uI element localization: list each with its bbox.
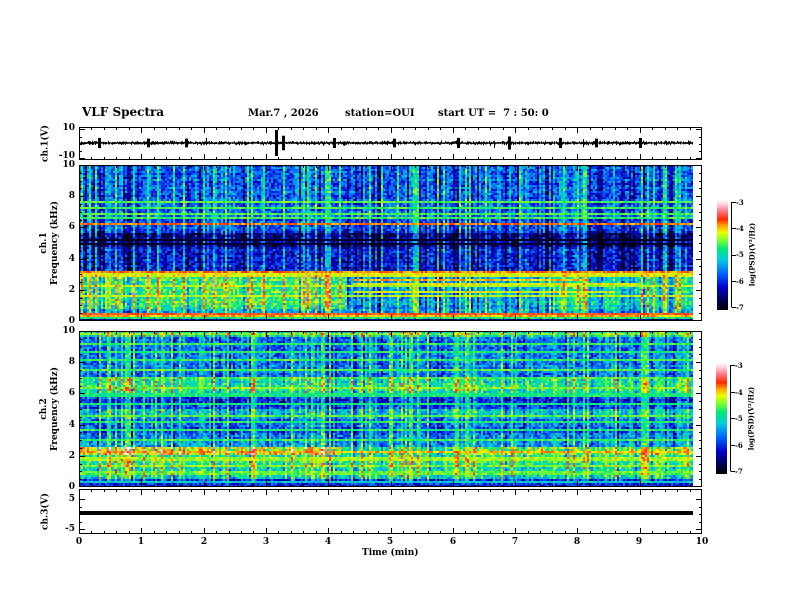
x-tick-label: 4 bbox=[324, 537, 332, 547]
colorbar-tick-label: -7 bbox=[735, 467, 743, 476]
colorbar-ch1 bbox=[717, 199, 737, 310]
colorbar-tick-label: -3 bbox=[735, 361, 743, 370]
ch2-frequency-label: Frequency (kHz) bbox=[50, 367, 60, 452]
colorbar-tick-label: -5 bbox=[736, 250, 744, 259]
station-label: station=OUI bbox=[345, 108, 415, 119]
freq-tick-label: 4 bbox=[68, 254, 75, 264]
colorbar-tick-label: -3 bbox=[736, 198, 744, 207]
date-label: Mar.7 , 2026 bbox=[248, 108, 319, 119]
x-tick-label: 8 bbox=[573, 537, 581, 547]
colorbar-tick-label: -6 bbox=[735, 441, 743, 450]
x-tick-label: 9 bbox=[635, 537, 643, 547]
colorbar-tick-label: -4 bbox=[735, 388, 743, 397]
freq-tick-label: 4 bbox=[68, 420, 75, 430]
colorbar-ch2 bbox=[716, 362, 736, 474]
x-tick-label: 6 bbox=[449, 537, 457, 547]
freq-tick-label: 8 bbox=[68, 191, 75, 201]
x-tick-label: 2 bbox=[200, 537, 208, 547]
y-tick-label: 5 bbox=[68, 494, 75, 504]
colorbar-axis-title: log(PSD)(V²/Hz) bbox=[747, 222, 757, 287]
freq-tick-label: 2 bbox=[68, 285, 75, 295]
x-tick-label: 3 bbox=[262, 537, 270, 547]
freq-tick-label: 8 bbox=[68, 357, 75, 367]
ch1-waveform-panel bbox=[79, 127, 702, 160]
page-title: VLF Spectra bbox=[82, 105, 165, 119]
ch2-channel-label: ch.2 bbox=[39, 398, 49, 420]
vlf-spectra-plot: VLF Spectra Mar.7 , 2026 station=OUI sta… bbox=[0, 0, 792, 612]
x-tick-label: 0 bbox=[75, 537, 83, 547]
ch1-frequency-label: Frequency (kHz) bbox=[50, 201, 60, 286]
ch2-spectrogram-panel bbox=[79, 331, 702, 487]
y-tick-label: 10 bbox=[62, 123, 75, 133]
freq-tick-label: 10 bbox=[62, 326, 75, 336]
x-tick-label: 7 bbox=[511, 537, 519, 547]
freq-tick-label: 0 bbox=[68, 482, 75, 492]
ch3-waveform-panel bbox=[79, 489, 702, 534]
colorbar-tick-label: -6 bbox=[736, 277, 744, 286]
x-tick-label: 10 bbox=[695, 537, 709, 547]
ch1-spectrogram-panel bbox=[79, 165, 702, 321]
colorbar-tick-label: -4 bbox=[736, 224, 744, 233]
freq-tick-label: 2 bbox=[68, 451, 75, 461]
y-tick-label: -5 bbox=[65, 524, 75, 534]
colorbar-axis-title: log(PSD)(V²/Hz) bbox=[746, 386, 756, 451]
x-tick-label: 5 bbox=[386, 537, 394, 547]
start-ut-label: start UT = 7 : 50: 0 bbox=[438, 108, 549, 119]
ch1-freq-axis-title: ch.1 Frequency (kHz) bbox=[39, 165, 61, 321]
colorbar-tick-label: -5 bbox=[735, 414, 743, 423]
freq-tick-label: 10 bbox=[62, 160, 75, 170]
x-axis-title: Time (min) bbox=[362, 548, 419, 558]
colorbar-tick-label: -7 bbox=[736, 303, 744, 312]
freq-tick-label: 0 bbox=[68, 316, 75, 326]
x-tick-label: 1 bbox=[137, 537, 145, 547]
ch2-freq-axis-title: ch.2 Frequency (kHz) bbox=[39, 331, 61, 487]
freq-tick-label: 6 bbox=[68, 388, 75, 398]
freq-tick-label: 6 bbox=[68, 222, 75, 232]
ch1-channel-label: ch.1 bbox=[39, 232, 49, 254]
